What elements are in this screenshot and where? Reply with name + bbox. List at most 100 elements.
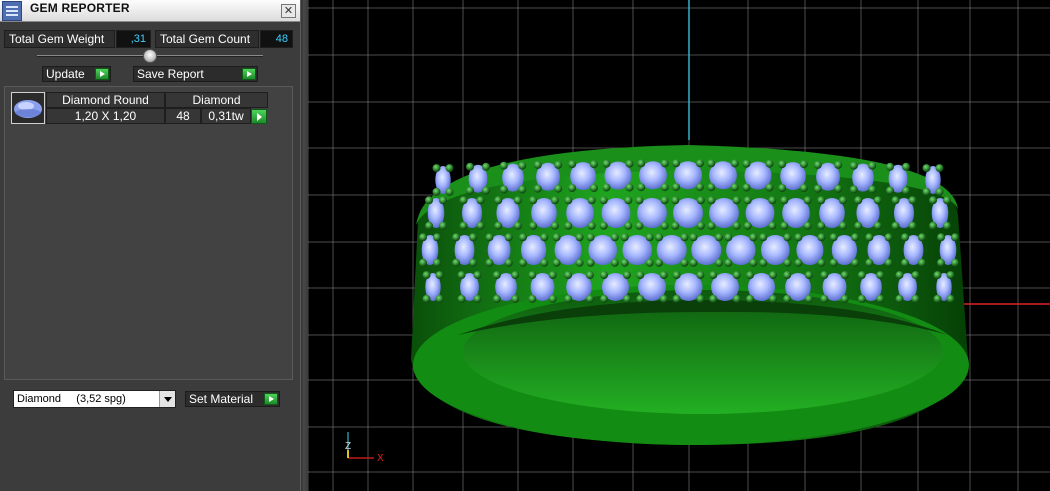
prong-bead: [937, 258, 945, 267]
prong-bead: [768, 196, 777, 205]
set-material-button[interactable]: Set Material: [185, 391, 280, 407]
set-material-button-label: Set Material: [189, 392, 254, 406]
prong-bead: [732, 271, 741, 280]
prong-bead: [689, 258, 698, 267]
size-slider-thumb[interactable]: [143, 49, 157, 63]
prong-bead: [884, 258, 893, 267]
prong-bead: [659, 294, 668, 303]
prong-bead: [554, 184, 563, 193]
prong-bead: [873, 196, 882, 205]
prong-bead: [709, 271, 718, 280]
prong-bead: [929, 221, 937, 230]
prong-bead: [865, 233, 874, 242]
prong-bead: [548, 294, 557, 303]
prong-bead: [769, 271, 777, 280]
material-dropdown[interactable]: Diamond (3,52 spg): [13, 390, 176, 408]
prong-bead: [482, 186, 490, 195]
prong-bead: [804, 294, 813, 303]
prong-bead: [724, 233, 733, 242]
prong-bead: [655, 258, 663, 267]
save-report-button[interactable]: Save Report: [133, 66, 258, 82]
prong-bead: [660, 221, 669, 230]
prong-bead: [746, 294, 754, 303]
prong-bead: [433, 233, 441, 242]
prong-bead: [946, 294, 955, 303]
prong-bead: [620, 258, 629, 267]
ring-3d-render: X Z: [308, 0, 1050, 491]
prong-bead: [908, 221, 917, 230]
axis-gizmo: X Z: [345, 432, 384, 464]
prong-bead: [623, 294, 631, 303]
prong-bead: [935, 187, 944, 196]
prong-bead: [625, 183, 634, 192]
prong-bead: [445, 187, 454, 196]
prong-bead: [817, 196, 826, 205]
prong-bead: [829, 258, 838, 267]
gem-count-cell[interactable]: 48: [165, 108, 201, 124]
prong-bead: [540, 258, 549, 267]
gem-material-header: Diamond: [165, 92, 268, 108]
prong-bead: [820, 271, 829, 280]
prong-bead: [476, 221, 485, 230]
prong-bead: [552, 258, 561, 267]
prong-bead: [765, 159, 774, 168]
prong-bead: [645, 233, 654, 242]
prong-bead: [696, 271, 705, 280]
prong-bead: [891, 221, 900, 230]
prong-bead: [951, 258, 959, 267]
gizmo-z-label: Z: [345, 441, 351, 452]
prong-bead: [492, 294, 501, 303]
prong-bead: [637, 183, 646, 192]
prong-bead: [425, 221, 433, 230]
prong-bead: [620, 233, 629, 242]
prong-bead: [499, 161, 508, 170]
update-button[interactable]: Update: [42, 66, 111, 82]
prong-bead: [485, 258, 494, 267]
prong-bead: [625, 159, 634, 168]
prong-bead: [849, 185, 858, 194]
prong-bead: [469, 258, 477, 267]
panel-divider[interactable]: [300, 0, 308, 491]
prong-bead: [660, 183, 669, 192]
prong-bead: [540, 233, 549, 242]
prong-bead: [602, 183, 611, 192]
row-select-arrow-button[interactable]: [251, 109, 267, 124]
prong-bead: [707, 196, 716, 205]
prong-bead: [476, 196, 485, 205]
prong-bead: [660, 196, 669, 205]
prong-bead: [499, 185, 508, 194]
prong-bead: [817, 233, 826, 242]
prong-bead: [868, 185, 877, 194]
prong-bead: [435, 294, 444, 303]
gem-size-cell[interactable]: 1,20 X 1,20: [46, 108, 165, 124]
prong-bead: [602, 159, 611, 168]
prong-bead: [554, 160, 563, 169]
prong-bead: [518, 258, 527, 267]
prong-bead: [759, 233, 768, 242]
prong-bead: [564, 196, 573, 205]
prong-bead: [778, 184, 787, 192]
prong-bead: [655, 233, 663, 242]
prong-bead: [857, 271, 866, 280]
prong-bead: [911, 271, 920, 280]
prong-bead: [901, 258, 909, 267]
prong-bead: [783, 233, 792, 242]
3d-viewport[interactable]: X Z: [308, 0, 1050, 491]
prong-bead: [817, 221, 826, 230]
close-button[interactable]: ✕: [281, 4, 296, 18]
play-arrow-icon: [242, 68, 256, 80]
prong-bead: [851, 233, 860, 242]
prong-bead: [635, 221, 644, 230]
prong-bead: [707, 221, 716, 230]
prong-bead: [485, 233, 494, 242]
prong-bead: [518, 233, 527, 242]
prong-bead: [780, 221, 789, 230]
prong-bead: [742, 159, 751, 168]
total-gem-weight-value: ,31: [116, 30, 151, 48]
gem-weight-cell[interactable]: 0,31tw: [201, 108, 251, 124]
prong-bead: [624, 196, 633, 205]
total-gem-weight-label: Total Gem Weight: [4, 30, 115, 48]
prong-bead: [857, 294, 866, 303]
prong-bead: [937, 233, 945, 242]
prong-bead: [432, 187, 441, 196]
